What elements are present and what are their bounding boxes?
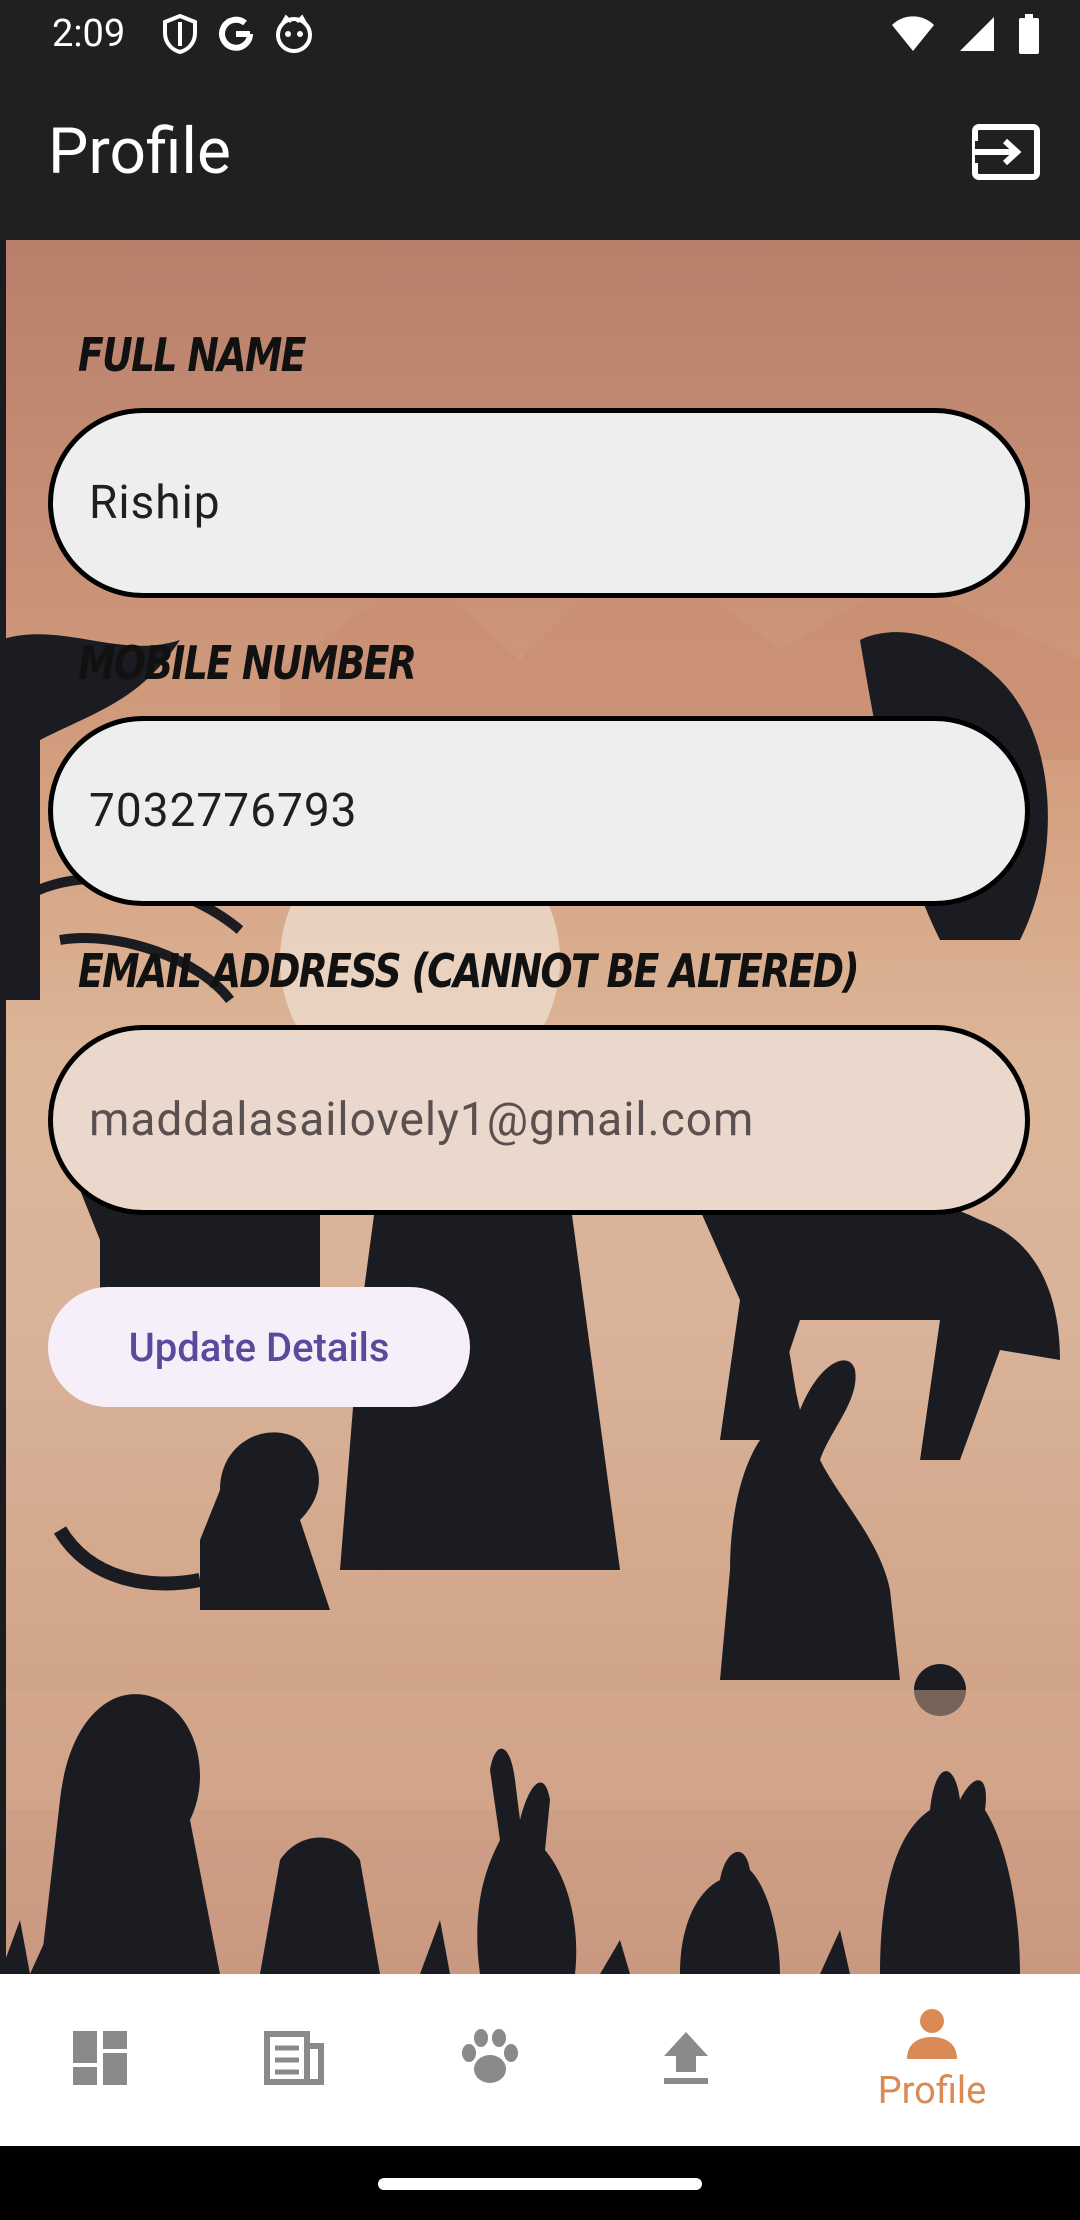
signal-icon <box>958 15 996 53</box>
email-label: EMAIL ADDRESS (CANNOT BE ALTERED) <box>78 944 860 998</box>
profile-content: FULL NAME Riship MOBILE NUMBER 703277679… <box>0 240 1080 1974</box>
email-field: maddalasailovely1@gmail.com <box>48 1025 1030 1215</box>
full-name-value: Riship <box>89 476 221 530</box>
status-left-icons <box>162 14 314 54</box>
mobile-number-field[interactable]: 7032776793 <box>48 716 1030 906</box>
update-details-button[interactable]: Update Details <box>48 1287 470 1407</box>
google-icon <box>216 14 256 54</box>
app-bar: Profile <box>0 72 1080 240</box>
nav-item-pets[interactable] <box>430 1974 550 2146</box>
email-value: maddalasailovely1@gmail.com <box>89 1093 755 1147</box>
status-time: 2:09 <box>52 12 126 56</box>
mobile-number-label: MOBILE NUMBER <box>78 636 417 690</box>
gesture-bar <box>0 2146 1080 2220</box>
home-gesture-handle[interactable] <box>378 2178 702 2190</box>
full-name-field[interactable]: Riship <box>48 408 1030 598</box>
logout-button[interactable] <box>966 114 1046 194</box>
nav-item-profile[interactable]: Profile <box>850 1974 1014 2146</box>
status-bar: 2:09 <box>0 0 1080 72</box>
mobile-number-value: 7032776793 <box>89 784 358 838</box>
status-right-icons <box>890 14 1040 54</box>
person-icon <box>905 2007 959 2065</box>
paw-icon <box>459 2029 521 2091</box>
cat-face-icon <box>274 14 314 54</box>
shield-icon <box>162 14 198 54</box>
nav-label-profile: Profile <box>877 2069 987 2113</box>
feed-icon <box>263 2030 325 2090</box>
battery-icon <box>1018 14 1040 54</box>
page-title: Profile <box>48 114 231 189</box>
full-name-label: FULL NAME <box>78 328 307 382</box>
bottom-navigation: Profile <box>0 1974 1080 2146</box>
nav-item-upload[interactable] <box>626 1974 746 2146</box>
dashboard-icon <box>71 2029 129 2091</box>
nav-item-feed[interactable] <box>234 1974 354 2146</box>
logout-icon <box>971 123 1041 185</box>
upload-icon <box>662 2030 710 2090</box>
left-edge-strip <box>0 240 6 1974</box>
wifi-icon <box>890 15 936 53</box>
nav-item-dashboard[interactable] <box>40 1974 160 2146</box>
